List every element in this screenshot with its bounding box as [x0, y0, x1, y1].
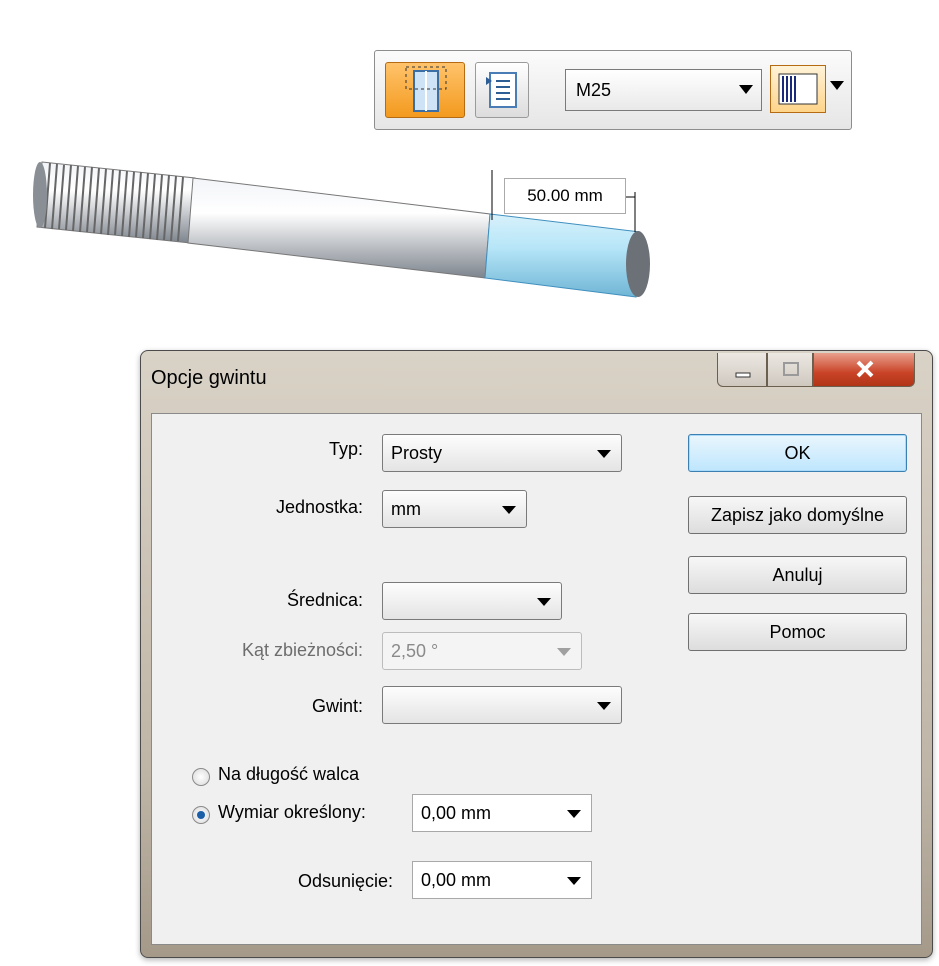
minimize-icon: [735, 372, 751, 378]
chevron-down-icon: [502, 506, 516, 514]
ok-button[interactable]: OK: [688, 434, 907, 472]
kat-combo[interactable]: 2,50 °: [382, 632, 582, 670]
minimize-button[interactable]: [717, 353, 767, 387]
cancel-button[interactable]: Anuluj: [688, 556, 907, 594]
properties-button[interactable]: [475, 62, 529, 118]
maximize-button[interactable]: [767, 353, 813, 387]
maximize-icon: [783, 362, 799, 376]
thread-feature-icon: [405, 66, 447, 112]
help-button[interactable]: Pomoc: [688, 613, 907, 651]
chevron-down-icon[interactable]: [830, 81, 844, 91]
thread-size-combo[interactable]: M25: [565, 69, 762, 111]
jednostka-label: Jednostka:: [275, 497, 363, 517]
typ-combo[interactable]: Prosty: [382, 434, 622, 472]
dimension-label[interactable]: 50.00 mm: [504, 178, 626, 214]
thread-feature-button[interactable]: [385, 62, 465, 118]
chevron-down-icon: [597, 450, 611, 458]
thread-command-bar: M25: [374, 50, 852, 130]
dialog-title: Opcje gwintu: [151, 367, 267, 389]
thread-options-dialog: Opcje gwintu Typ: Prosty Jednostka: mm Ś…: [140, 350, 933, 958]
srednica-combo[interactable]: [382, 582, 562, 620]
thread-size-value: M25: [576, 80, 612, 100]
typ-value: Prosty: [391, 443, 443, 463]
odsuniecie-combo[interactable]: 0,00 mm: [412, 861, 592, 899]
kat-value: 2,50 °: [391, 641, 439, 661]
srednica-label: Średnica:: [286, 590, 363, 610]
chevron-down-icon: [739, 85, 753, 94]
properties-list-icon: [486, 72, 517, 108]
chevron-down-icon: [597, 702, 611, 710]
kat-label: Kąt zbieżności:: [241, 640, 363, 660]
typ-label: Typ:: [328, 439, 363, 459]
wymiar-combo[interactable]: 0,00 mm: [412, 794, 592, 832]
chevron-down-icon: [567, 877, 581, 885]
thread-fill-style-icon: [778, 73, 818, 105]
odsuniecie-label: Odsunięcie:: [297, 871, 393, 891]
chevron-down-icon: [567, 810, 581, 818]
odsuniecie-value: 0,00 mm: [421, 870, 492, 890]
radio-wymiar[interactable]: [192, 806, 210, 824]
bolt-shape-icon: [33, 161, 650, 298]
close-icon: [856, 360, 874, 378]
chevron-down-icon: [537, 598, 551, 606]
gwint-label: Gwint:: [311, 696, 363, 716]
fill-style-button[interactable]: [770, 65, 826, 113]
gwint-combo[interactable]: [382, 686, 622, 724]
close-button[interactable]: [813, 353, 915, 387]
na-dlugosc-label: Na długość walca: [218, 764, 360, 784]
save-default-button[interactable]: Zapisz jako domyślne: [688, 496, 907, 534]
radio-na-dlugosc[interactable]: [192, 768, 210, 786]
jednostka-combo[interactable]: mm: [382, 490, 527, 528]
window-controls: [717, 353, 917, 393]
chevron-down-icon: [557, 648, 571, 656]
bolt-3d-model[interactable]: [0, 140, 700, 320]
wymiar-label: Wymiar określony:: [218, 802, 366, 822]
dialog-client-area: Typ: Prosty Jednostka: mm Średnica: Kąt …: [151, 413, 922, 945]
jednostka-value: mm: [391, 499, 421, 519]
wymiar-value: 0,00 mm: [421, 803, 492, 823]
